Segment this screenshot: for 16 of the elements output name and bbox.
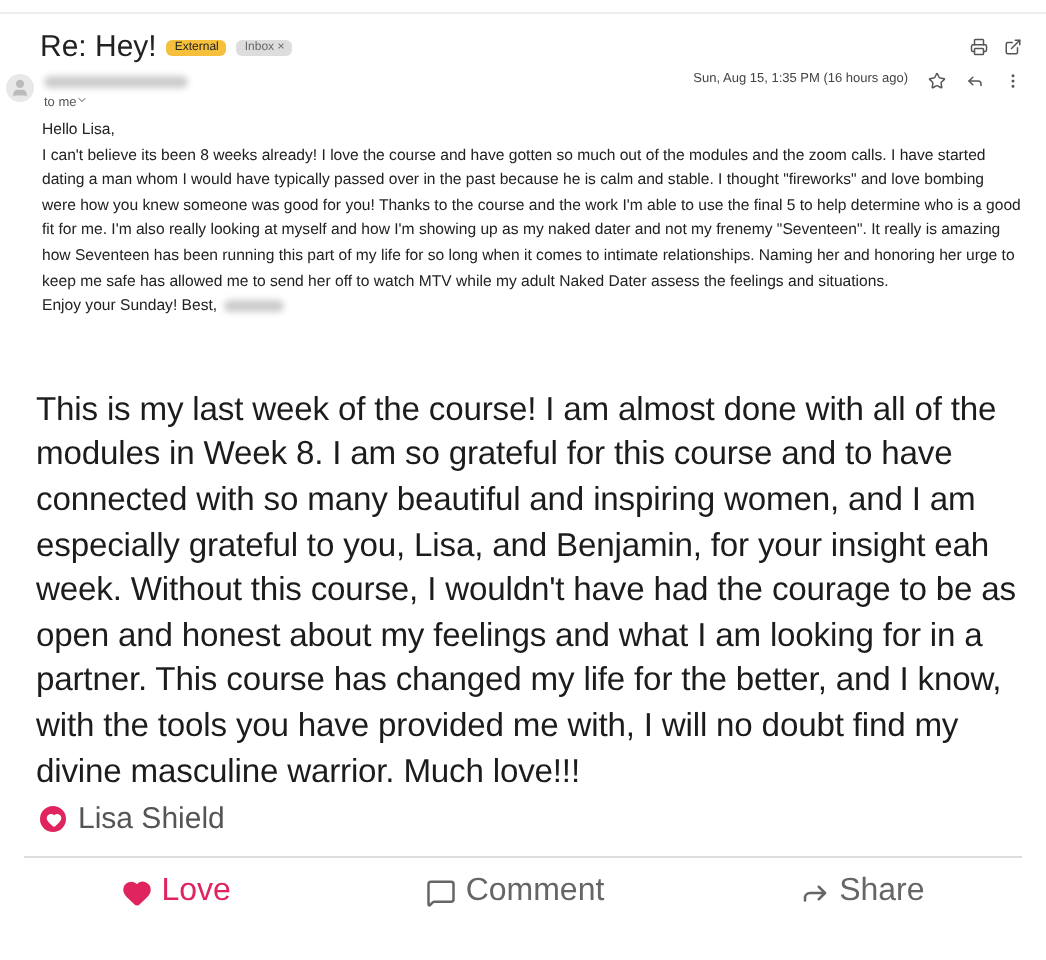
action-button[interactable]: Share bbox=[787, 870, 937, 915]
reply-icon[interactable] bbox=[966, 72, 984, 90]
blurred-name bbox=[44, 76, 188, 88]
new-window-icon[interactable] bbox=[1004, 38, 1022, 56]
post-text: This is my last week of the course! I am almost done with all of the modules in Week 8. I am so grateful for this course and to have connected with so many beautiful and inspiring women, and I am especially grateful to you, Lisa, and Benjamin, for your insight eah week. Without this course, I wouldn't have had the courage to be as open and honest about my feelings and what I am looking for in a partner. This course has changed my life for the better, and I know, with the tools you have provided me with, I will no doubt find my divine masculine warrior. Much love!!! bbox=[36, 387, 1018, 793]
blurred-name bbox=[223, 300, 284, 313]
print-icon[interactable] bbox=[970, 38, 988, 56]
reactor-name: Lisa Shield bbox=[78, 802, 225, 837]
email-subject: Re: Hey! bbox=[40, 30, 157, 64]
avatar bbox=[6, 74, 34, 102]
action-button[interactable]: Comment bbox=[413, 870, 617, 915]
heart-icon bbox=[121, 877, 152, 908]
comment-icon bbox=[425, 877, 456, 908]
star-icon[interactable] bbox=[928, 72, 946, 90]
heart-reaction-icon bbox=[40, 806, 66, 833]
action-button[interactable]: Love bbox=[109, 870, 243, 915]
